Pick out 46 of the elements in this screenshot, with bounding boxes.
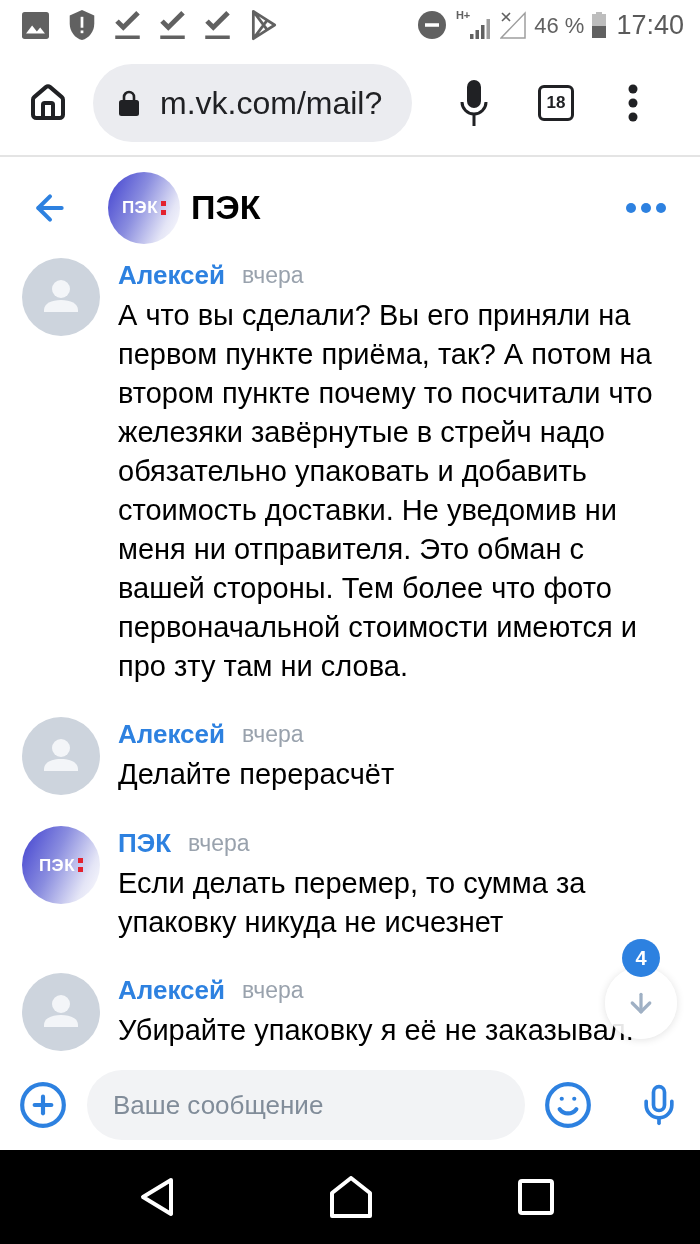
- back-nav-icon[interactable]: [140, 1177, 174, 1217]
- sender-name[interactable]: ПЭК: [118, 830, 172, 856]
- no-signal-icon: [500, 11, 527, 39]
- shield-alert-icon: [69, 10, 95, 40]
- message-time: вчера: [188, 831, 250, 855]
- do-not-disturb-icon: [417, 11, 446, 39]
- message-time: вчера: [242, 978, 304, 1002]
- add-attachment-icon[interactable]: [18, 1080, 68, 1130]
- sender-name[interactable]: Алексей: [118, 262, 225, 288]
- microphone-icon[interactable]: [460, 79, 488, 126]
- address-bar[interactable]: m.vk.com/mail?: [93, 63, 412, 142]
- chat-title: ПЭК: [191, 187, 261, 228]
- tab-count-button[interactable]: 18: [538, 84, 574, 121]
- download-done-icon: [115, 11, 140, 39]
- recent-apps-icon[interactable]: [518, 1179, 554, 1215]
- message-time: вчера: [242, 722, 304, 746]
- person-avatar-icon: [22, 973, 100, 1051]
- lock-icon: [119, 89, 139, 116]
- emoji-icon[interactable]: [543, 1080, 593, 1130]
- sender-name[interactable]: Алексей: [118, 721, 225, 747]
- url-text: m.vk.com/mail?: [160, 83, 383, 123]
- more-menu-icon[interactable]: [628, 83, 638, 122]
- battery-icon: [592, 12, 607, 38]
- more-options-icon[interactable]: [626, 202, 666, 213]
- company-logo: ПЭК: [22, 826, 100, 904]
- download-done-icon: [205, 11, 230, 39]
- message-text: А что вы сделали? Вы его приняли на первом пункте приёма, так? А потом на втором пункте почему то посчитали что железяки завёрнутые в стрейч надо обязательно упаковать и добавить стоимость доставки. Не уведомив ни меня ни отправителя. Это обман с вашей стороны. Тем более что фото первоначальной стоимости имеются и про зту там ни слова.: [118, 298, 654, 684]
- battery-percent: 46 %: [534, 11, 585, 40]
- home-nav-icon[interactable]: [330, 1176, 372, 1218]
- message-input[interactable]: Ваше сообщение: [87, 1070, 525, 1140]
- message-text: Делайте перерасчёт: [118, 757, 395, 792]
- clock-time: 17:40: [616, 8, 684, 42]
- person-avatar-icon: [22, 717, 100, 795]
- signal-icon: [470, 16, 491, 40]
- person-avatar-icon: [22, 258, 100, 336]
- image-icon: [22, 11, 49, 39]
- play-triangle-icon: [250, 9, 278, 41]
- message-text: Если делать перемер, то сумма за упаковку никуда не исчезнет: [118, 866, 587, 940]
- message-text: Убирайте упаковку я её не заказывал.: [118, 1013, 634, 1048]
- network-type-label: H+: [455, 9, 471, 21]
- unread-count-badge: 4: [622, 939, 660, 977]
- download-done-icon: [160, 11, 185, 39]
- sender-name[interactable]: Алексей: [118, 977, 225, 1003]
- message-time: вчера: [242, 263, 304, 287]
- home-icon[interactable]: [28, 82, 68, 123]
- company-logo: ПЭК: [108, 171, 180, 244]
